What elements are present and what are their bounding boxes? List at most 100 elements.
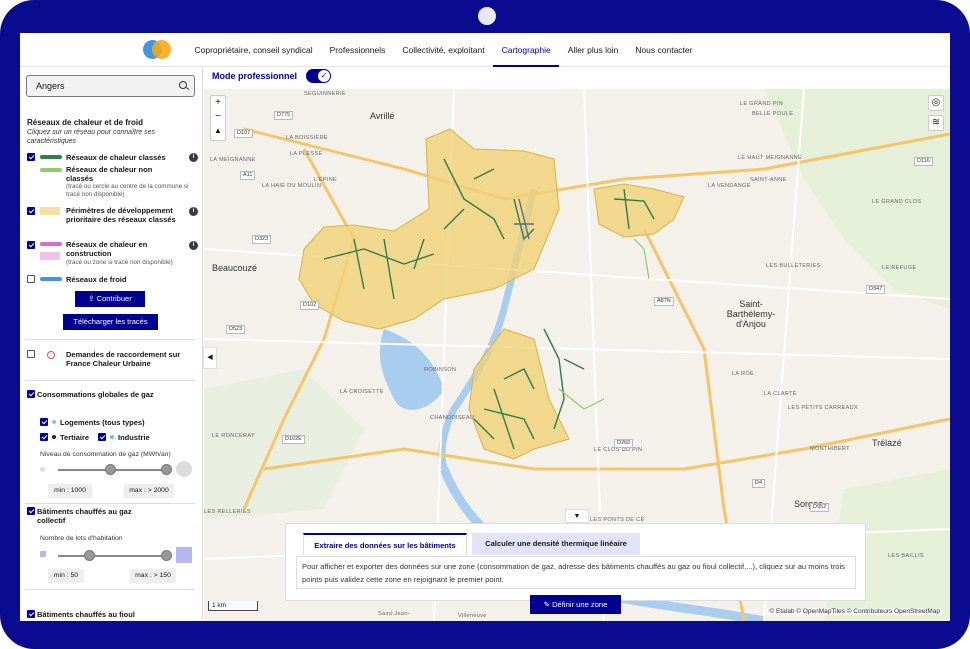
map-place-label: LA ROE	[732, 371, 755, 377]
divider	[25, 380, 195, 381]
checkbox-reseaux-classes[interactable]	[27, 153, 35, 161]
label-reseaux-froid: Réseaux de froid	[66, 275, 127, 284]
map-place-label: Trélazé	[872, 438, 902, 448]
map-place-label: Avrillé	[370, 111, 395, 121]
tab-densite[interactable]: Calculer une densité thermique linéaire	[472, 533, 640, 555]
compass-icon[interactable]: ▲	[211, 124, 225, 138]
slider-handle-min[interactable]	[105, 464, 116, 475]
panel-instructions: Pour afficher et exporter des données su…	[296, 556, 856, 589]
dot-icon	[52, 435, 56, 439]
label-reseaux-non-classes: Réseaux de chaleur non classés	[66, 165, 153, 183]
nav-link-professionnels[interactable]: Professionnels	[321, 33, 394, 67]
info-icon[interactable]: i	[189, 241, 198, 250]
info-icon[interactable]: i	[189, 153, 198, 162]
define-zone-button[interactable]: ✎ Définir une zone	[530, 595, 621, 614]
checkbox-logements[interactable]	[40, 418, 48, 426]
checkbox-gas-consumption[interactable]	[27, 390, 35, 398]
collapse-sidebar-button[interactable]: ◀	[203, 347, 217, 369]
search-input[interactable]: Angers	[26, 75, 195, 97]
checkbox-fioul[interactable]	[27, 610, 35, 618]
slider-handle-max[interactable]	[161, 464, 172, 475]
map-place-label: LA VENDANGE	[708, 183, 751, 189]
top-navigation: Copropriétaire, conseil syndical Profess…	[20, 33, 950, 67]
nav-link-coproprietaire[interactable]: Copropriétaire, conseil syndical	[186, 33, 321, 67]
checkbox-gas-buildings[interactable]	[27, 507, 35, 515]
collapse-panel-button[interactable]: ▼	[565, 509, 589, 523]
tab-extraire[interactable]: Extraire des données sur les bâtiments	[303, 533, 467, 555]
chevron-left-icon: ◀	[207, 354, 213, 361]
brand-logo[interactable]	[143, 40, 173, 60]
screen: Copropriétaire, conseil syndical Profess…	[20, 33, 950, 621]
upload-icon: ⇪	[88, 294, 97, 303]
lots-min-value: min : 50	[48, 569, 84, 583]
chevron-down-icon: ▼	[573, 513, 581, 520]
checkbox-perimetres[interactable]	[27, 207, 35, 215]
mode-pro-toggle[interactable]	[306, 69, 331, 83]
road-number-label: A87N	[654, 297, 674, 306]
slider-handle-max[interactable]	[161, 550, 172, 561]
map-attribution[interactable]: © Etalab © OpenMapTiles © Contributeurs …	[767, 608, 942, 615]
road-number-label: D102	[300, 301, 320, 310]
zoom-out-button[interactable]: −	[211, 110, 225, 124]
map-sidebar: Angers Réseaux de chaleur et de froid Cl…	[20, 67, 203, 621]
networks-subtitle: Cliquez sur un réseau pour connaître ses…	[27, 129, 156, 145]
search-value: Angers	[36, 81, 65, 91]
zoom-in-button[interactable]: +	[211, 96, 225, 110]
legend-line-non-classes	[40, 168, 62, 172]
map-place-label: SEGUINNERIE	[304, 91, 346, 97]
road-number-label: D107	[234, 129, 254, 138]
divider	[25, 589, 195, 590]
map-place-label: LA CLARTÉ	[764, 391, 797, 397]
lots-label: Nombre de lots d'habitation	[40, 535, 123, 542]
nav-link-cartographie[interactable]: Cartographie	[493, 33, 560, 67]
nav-link-aller-plus-loin[interactable]: Aller plus loin	[559, 33, 627, 67]
circle-icon	[47, 351, 55, 359]
map-place-label: LES BULLETERIES	[766, 263, 821, 269]
label-reseaux-classes: Réseaux de chaleur classés	[66, 153, 166, 162]
layers-icon[interactable]: ≋	[928, 115, 944, 131]
map-place-label: LES RELLERIES	[204, 509, 251, 515]
label-demandes: Demandes de raccordement sur France Chal…	[66, 350, 181, 368]
note-reseaux-non-classes: (tracé ou cercle au centre de la commune…	[66, 183, 189, 198]
road-number-label: A11	[240, 171, 256, 180]
road-number-label: D260	[614, 439, 634, 448]
nav-link-contact[interactable]: Nous contacter	[627, 33, 701, 67]
road-number-label: D347	[866, 285, 886, 294]
lots-max-value: max : > 150	[130, 569, 176, 583]
nav-link-collectivite[interactable]: Collectivité, exploitant	[394, 33, 493, 67]
info-icon[interactable]: i	[189, 207, 198, 216]
label-fioul: Bâtiments chauffés au fioul	[37, 610, 135, 619]
road-number-label: D952	[810, 503, 830, 512]
map-place-label: ROBINSON	[424, 367, 457, 373]
small-square-icon	[40, 551, 46, 557]
contribute-button[interactable]: ⇪ Contribuer	[75, 291, 145, 307]
road-number-label: D116	[914, 157, 933, 166]
checkbox-demandes[interactable]	[27, 350, 35, 358]
checkbox-tertiaire[interactable]	[40, 433, 48, 441]
map-place-label: LE REFUGE	[882, 265, 917, 271]
legend-line-construction	[40, 242, 62, 246]
download-traces-button[interactable]: Télécharger les tracés	[63, 314, 158, 330]
legend-fill-perimetres	[40, 207, 60, 215]
legend-line-classes	[40, 155, 62, 159]
checkbox-reseaux-froid[interactable]	[27, 275, 35, 283]
map-place-label: LA HAIE DU MOULIN	[262, 183, 322, 189]
label-industrie: Industrie	[118, 433, 150, 442]
map-place-label: Villeneuve	[458, 613, 487, 619]
map-place-label: LE HAUT MEIGNANNE	[738, 155, 803, 161]
locate-icon[interactable]: ◎	[928, 95, 944, 111]
map-place-label: LA BOISSIÈRE	[286, 135, 328, 141]
zone-panel: Extraire des données sur les bâtiments C…	[285, 523, 866, 601]
gas-min-value: min : 1000	[48, 484, 92, 498]
checkbox-industrie[interactable]	[98, 433, 106, 441]
slider-handle-min[interactable]	[84, 550, 95, 561]
zoom-controls: + − ▲	[210, 95, 226, 141]
road-number-label: D102E	[282, 435, 305, 444]
pencil-icon: ✎	[543, 600, 553, 609]
road-number-label: D523	[226, 325, 246, 334]
lots-slider[interactable]	[58, 555, 168, 557]
small-circle-icon	[40, 467, 45, 472]
networks-title: Réseaux de chaleur et de froid	[27, 118, 144, 127]
checkbox-construction[interactable]	[27, 241, 35, 249]
search-icon[interactable]	[179, 81, 187, 89]
